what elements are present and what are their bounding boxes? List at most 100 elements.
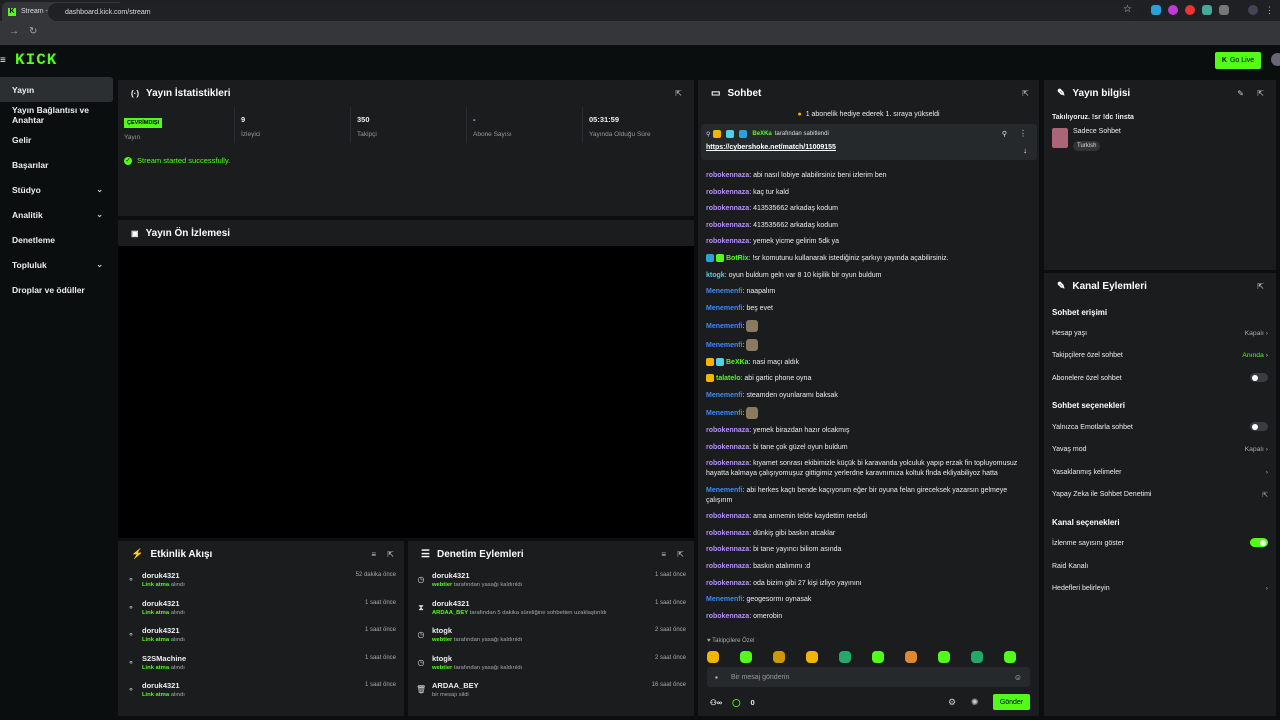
emote-icon[interactable] — [806, 651, 818, 663]
mod-actor[interactable]: webtier — [432, 637, 452, 643]
ai-moderation-row[interactable]: Yapay Zeka ile Sohbet Denetimi ⇱ — [1052, 491, 1268, 499]
chat-username[interactable]: robokennaza — [706, 189, 749, 196]
chat-username[interactable]: robokennaza — [706, 460, 749, 467]
chevron-down-icon[interactable]: ↓ — [1023, 146, 1027, 155]
goals-row[interactable]: Hedefleri belirleyin › — [1052, 585, 1268, 592]
sidebar-item[interactable]: Yayın Bağlantısı ve Anahtar — [0, 102, 113, 127]
popout-icon[interactable]: ⇱ — [1257, 282, 1264, 291]
chat-username[interactable]: robokennaza — [706, 222, 749, 229]
chat-username[interactable]: Menemenfi — [706, 323, 743, 330]
chat-settings-icon[interactable]: ▪ — [715, 673, 718, 682]
popout-icon[interactable]: ⇱ — [1257, 89, 1264, 98]
hamburger-menu-icon[interactable]: ≡ — [0, 55, 6, 66]
chat-username[interactable]: talatelo — [716, 375, 741, 382]
mod-target-user[interactable]: doruk4321 — [432, 599, 470, 608]
mod-target-user[interactable]: doruk4321 — [432, 571, 470, 580]
followers-chat-row[interactable]: Takipçilere özel sohbet Anında › — [1052, 352, 1268, 359]
sidebar-item[interactable]: Stüdyo ⌄ — [0, 177, 113, 202]
slow-mode-row[interactable]: Yavaş mod Kapalı › — [1052, 446, 1268, 453]
sidebar-item[interactable]: Analitik ⌄ — [0, 202, 113, 227]
chat-username[interactable]: Menemenfi — [706, 288, 743, 295]
profile-icon[interactable] — [1248, 4, 1258, 15]
chat-username[interactable]: Menemenfi — [706, 596, 743, 603]
chat-username[interactable]: robokennaza — [706, 613, 749, 620]
more-icon[interactable]: ⋮ — [1019, 129, 1027, 138]
extension-icon[interactable] — [1151, 4, 1161, 15]
emote-picker-icon[interactable]: ✺ — [971, 697, 979, 708]
extension-icon[interactable] — [1168, 4, 1178, 15]
mod-actor[interactable]: webtier — [432, 582, 452, 588]
activity-user[interactable]: doruk4321 — [142, 681, 180, 690]
filter-icon[interactable]: ≡ — [371, 550, 376, 559]
sidebar-item[interactable]: Gelir — [0, 127, 113, 152]
unpin-icon[interactable]: ⚲ — [1002, 130, 1007, 138]
emote-icon[interactable] — [971, 651, 983, 663]
emote-icon[interactable] — [938, 651, 950, 663]
edit-icon[interactable]: ✎ — [1237, 89, 1244, 98]
popout-icon[interactable]: ⇱ — [677, 550, 684, 559]
chat-username[interactable]: robokennaza — [706, 546, 749, 553]
back-icon[interactable]: → — [9, 26, 19, 37]
pinned-link[interactable]: https://cybershoke.net/match/11009155 — [706, 144, 836, 151]
popout-icon[interactable]: ⇱ — [387, 550, 394, 559]
category-name[interactable]: Sadece Sohbet — [1073, 128, 1121, 135]
filter-icon[interactable]: ≡ — [661, 550, 666, 559]
mod-actor[interactable]: webtier — [432, 665, 452, 671]
kick-logo[interactable]: KICK — [15, 51, 57, 69]
pinned-by[interactable]: BeXKa — [752, 131, 771, 137]
activity-user[interactable]: doruk4321 — [142, 599, 180, 608]
emote-icon[interactable] — [740, 651, 752, 663]
go-live-button[interactable]: K Go Live — [1215, 52, 1261, 69]
chat-username[interactable]: robokennaza — [706, 444, 749, 451]
sidebar-item[interactable]: Droplar ve ödüller — [0, 277, 113, 302]
chat-username[interactable]: robokennaza — [706, 580, 749, 587]
avatar[interactable] — [1271, 53, 1280, 66]
show-viewers-toggle[interactable] — [1250, 538, 1268, 547]
menu-icon[interactable]: ⋮ — [1265, 5, 1274, 15]
mod-target-user[interactable]: ktogk — [432, 626, 452, 635]
chat-username[interactable]: Menemenfi — [706, 342, 743, 349]
chat-username[interactable]: BeXKa — [726, 359, 749, 366]
chat-username[interactable]: robokennaza — [706, 205, 749, 212]
chat-username[interactable]: ktogk — [706, 272, 725, 279]
emote-icon[interactable] — [707, 651, 719, 663]
mod-actor[interactable]: ARDAA_BEY — [432, 610, 468, 616]
subs-chat-toggle[interactable] — [1250, 373, 1268, 382]
chat-username[interactable]: robokennaza — [706, 563, 749, 570]
sidebar-item[interactable]: Denetleme — [0, 227, 113, 252]
activity-user[interactable]: S2SMachine — [142, 654, 186, 663]
chat-username[interactable]: robokennaza — [706, 172, 749, 179]
emote-icon[interactable] — [839, 651, 851, 663]
emote-icon[interactable] — [773, 651, 785, 663]
url-input[interactable]: dashboard.kick.com/stream — [48, 3, 1140, 21]
extension-icon[interactable] — [1185, 4, 1195, 15]
reload-icon[interactable]: ↻ — [29, 26, 37, 37]
chat-username[interactable]: Menemenfi — [706, 305, 743, 312]
chat-input[interactable]: ▪ Bir mesaj gönderin ☺ — [707, 667, 1030, 687]
gear-icon[interactable]: ⚙ — [948, 697, 956, 708]
extension-icon[interactable] — [1202, 4, 1212, 15]
sidebar-item[interactable]: Topluluk ⌄ — [0, 252, 113, 277]
activity-user[interactable]: doruk4321 — [142, 626, 180, 635]
chat-username[interactable]: Menemenfi — [706, 487, 743, 494]
emote-only-toggle[interactable] — [1250, 422, 1268, 431]
banned-words-row[interactable]: Yasaklanmış kelimeler › — [1052, 469, 1268, 476]
popout-icon[interactable]: ⇱ — [675, 89, 682, 98]
account-age-row[interactable]: Hesap yaşı Kapalı › — [1052, 330, 1268, 337]
activity-user[interactable]: doruk4321 — [142, 571, 180, 580]
raid-channel-row[interactable]: Raid Kanalı — [1052, 563, 1268, 570]
sidebar-item[interactable]: Başarılar — [0, 152, 113, 177]
mod-target-user[interactable]: ktogk — [432, 654, 452, 663]
emote-icon[interactable] — [872, 651, 884, 663]
emote-icon[interactable] — [1004, 651, 1016, 663]
chat-username[interactable]: robokennaza — [706, 513, 749, 520]
emote-icon[interactable] — [905, 651, 917, 663]
chat-username[interactable]: robokennaza — [706, 427, 749, 434]
extension-icon[interactable] — [1219, 4, 1229, 15]
chat-username[interactable]: robokennaza — [706, 530, 749, 537]
send-button[interactable]: Gönder — [993, 694, 1030, 710]
chat-username[interactable]: Menemenfi — [706, 410, 743, 417]
bookmark-star-icon[interactable]: ☆ — [1123, 4, 1132, 15]
popout-icon[interactable]: ⇱ — [1022, 89, 1029, 98]
chat-username[interactable]: Menemenfi — [706, 392, 743, 399]
